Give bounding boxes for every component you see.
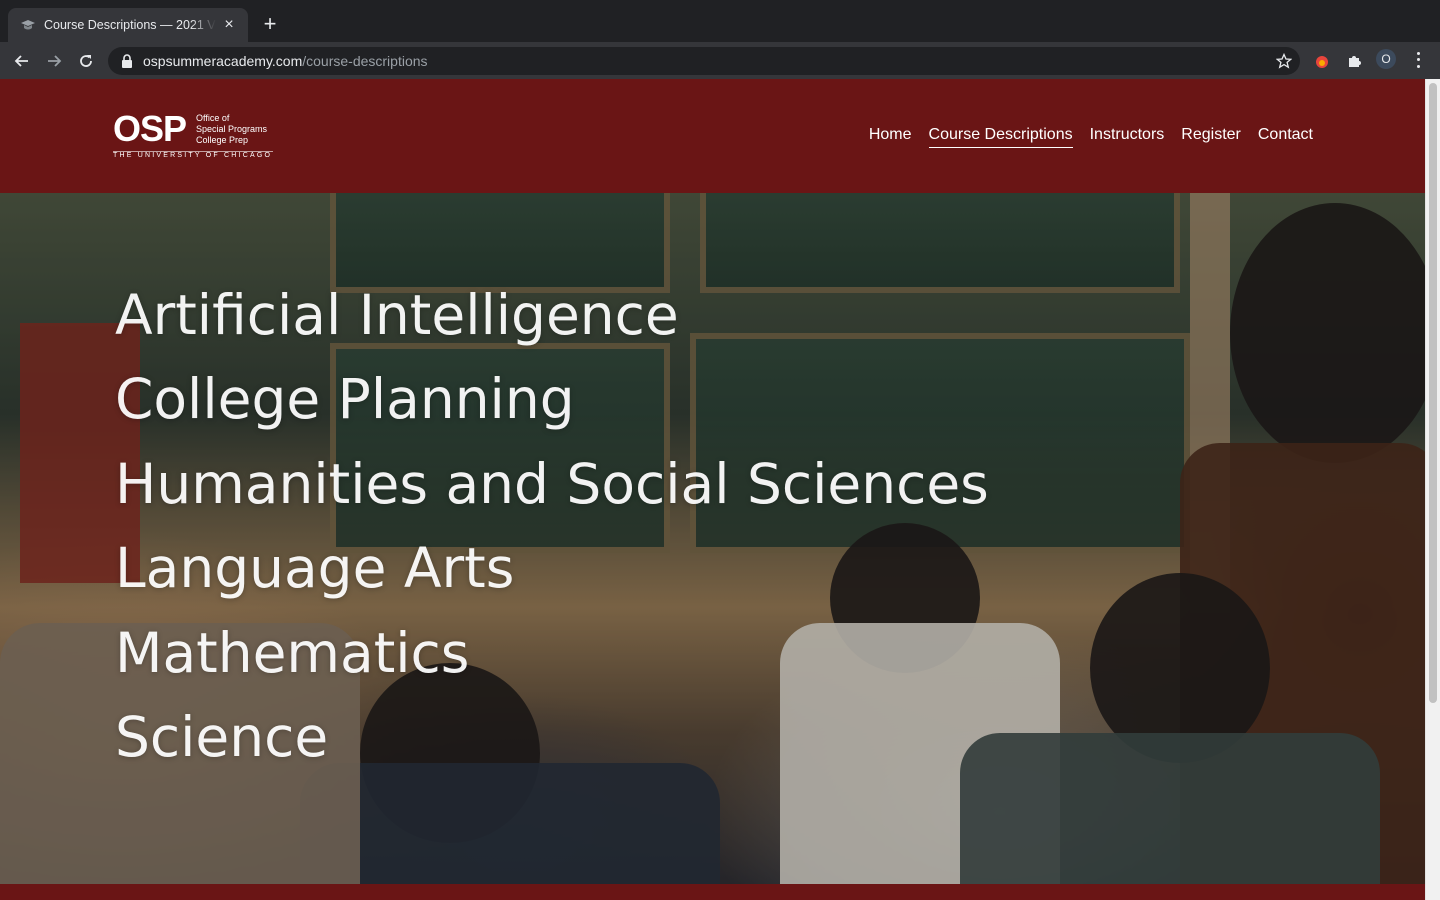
logo-mark: OSP [113,108,187,149]
course-link-artificial-intelligence[interactable]: Artificial Intelligence [115,273,989,357]
logo-text: Office of Special Programs College Prep [196,113,267,146]
forward-icon[interactable] [40,47,68,75]
logo-line-3: College Prep [196,135,249,145]
close-icon[interactable]: × [220,16,238,34]
logo-line-2: Special Programs [196,124,268,134]
logo-university: THE UNIVERSITY OF CHICAGO [113,152,273,159]
page-scrollbar[interactable] [1425,79,1440,900]
course-list: Artificial Intelligence College Planning… [115,273,989,779]
nav-register[interactable]: Register [1181,126,1241,148]
site-header: OSP Office of Special Programs College P… [0,79,1425,193]
course-link-science[interactable]: Science [115,695,989,779]
logo-line-1: Office of [196,113,230,123]
course-link-mathematics[interactable]: Mathematics [115,611,989,695]
bookmark-star-icon[interactable] [1275,52,1293,69]
site-logo[interactable]: OSP Office of Special Programs College P… [113,111,275,161]
reload-icon[interactable] [72,47,100,75]
browser-toolbar: ospsummeracademy.com/course-descriptions [0,42,1440,79]
graduation-cap-icon [20,17,36,33]
nav-course-descriptions[interactable]: Course Descriptions [928,126,1073,148]
course-link-humanities[interactable]: Humanities and Social Sciences [115,442,989,526]
url-host: ospsummeracademy.com [143,53,303,69]
nav-instructors[interactable]: Instructors [1090,126,1165,148]
course-link-language-arts[interactable]: Language Arts [115,526,989,610]
nav-contact[interactable]: Contact [1258,126,1313,148]
address-bar[interactable]: ospsummeracademy.com/course-descriptions [108,47,1300,75]
scrollbar-thumb[interactable] [1429,83,1437,703]
back-icon[interactable] [8,47,36,75]
footer-strip [0,884,1425,900]
profile-avatar[interactable]: O [1376,49,1396,69]
main-nav: Home Course Descriptions Instructors Reg… [869,126,1313,148]
hero-section: Artificial Intelligence College Planning… [0,193,1425,884]
extensions-puzzle-icon[interactable] [1344,51,1364,71]
tab-title: Course Descriptions — 2021 Vi [44,18,216,32]
web-page: OSP Office of Special Programs College P… [0,79,1425,900]
browser-tabstrip: Course Descriptions — 2021 Vi × + [0,0,1440,42]
url-path: /course-descriptions [302,53,428,69]
new-tab-button[interactable]: + [258,13,282,37]
course-link-college-planning[interactable]: College Planning [115,357,989,441]
extension-flame-icon[interactable] [1312,51,1332,71]
browser-tab[interactable]: Course Descriptions — 2021 Vi × [8,8,248,42]
lock-icon[interactable] [120,54,134,68]
nav-home[interactable]: Home [869,126,912,148]
browser-menu-icon[interactable] [1410,50,1426,70]
